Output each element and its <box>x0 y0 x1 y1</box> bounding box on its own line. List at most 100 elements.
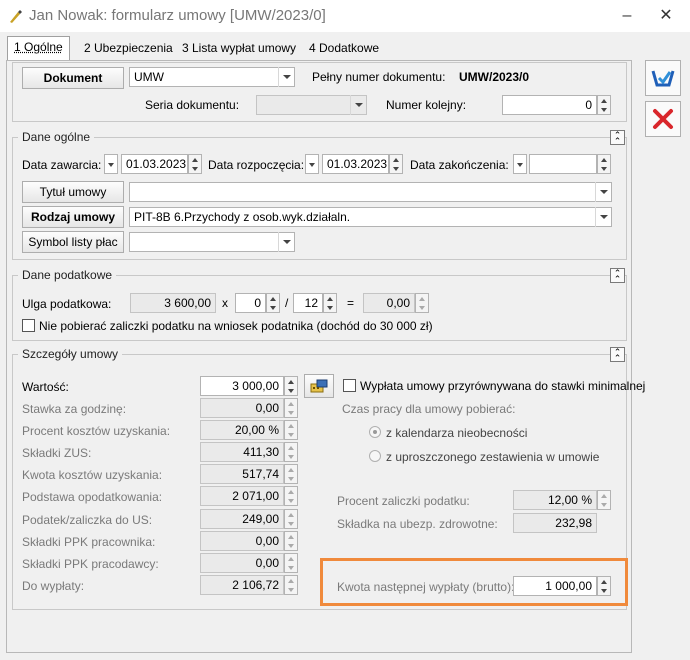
hourly-rate-spinner <box>284 398 298 418</box>
app-icon <box>8 8 24 24</box>
cancel-button[interactable] <box>645 101 681 137</box>
next-payment-highlight <box>320 558 628 606</box>
minimize-button[interactable]: – <box>612 4 642 28</box>
net-payment-spinner <box>284 575 298 595</box>
window-title: Jan Nowak: formularz umowy [UMW/2023/0] <box>29 7 326 24</box>
value-label: Wartość: <box>22 380 69 394</box>
date-start-calendar-icon[interactable] <box>305 154 319 174</box>
date-end-input[interactable] <box>529 154 597 174</box>
document-type-select[interactable]: UMW <box>129 67 295 87</box>
health-value: 232,98 <box>513 513 597 533</box>
date-start-label: Data rozpoczęcia: <box>208 158 305 172</box>
details-collapse-icon[interactable]: ⌃ ⌃ <box>610 347 625 363</box>
cancel-icon <box>653 109 673 129</box>
tax-group-title: Dane podatkowe <box>18 268 117 282</box>
date-signed-input[interactable]: 01.03.2023 <box>121 154 188 174</box>
document-button[interactable]: Dokument <box>22 67 124 89</box>
payroll-symbol-select[interactable] <box>129 232 295 252</box>
tax-collapse-icon[interactable]: ⌃ ⌃ <box>610 268 625 284</box>
tax-equals-sign: = <box>347 296 355 310</box>
seq-number-input[interactable]: 0 <box>502 95 597 115</box>
tax-base-label: Podstawa opodatkowania: <box>22 490 163 504</box>
save-icon <box>651 70 675 87</box>
health-label: Składka na ubezp. zdrowotne: <box>337 517 498 531</box>
min-rate-checkbox[interactable] <box>343 379 356 392</box>
hourly-rate-label: Stawka za godzinę: <box>22 402 127 416</box>
cost-percent-value: 20,00 % <box>200 420 284 440</box>
radio-simplified[interactable] <box>369 450 381 462</box>
full-number-label: Pełny numer dokumentu: <box>312 70 446 84</box>
tax-relief-label: Ulga podatkowa: <box>22 297 112 311</box>
contract-type-button[interactable]: Rodzaj umowy <box>22 206 124 228</box>
value-spinner[interactable] <box>284 376 298 396</box>
contract-title-dropdown-icon[interactable] <box>595 182 611 202</box>
cost-percent-label: Procent kosztów uzyskania: <box>22 424 171 438</box>
date-signed-label: Data zawarcia: <box>22 158 102 172</box>
close-button[interactable]: ✕ <box>651 4 681 28</box>
save-button[interactable] <box>645 60 681 96</box>
tax-result-spinner <box>415 293 429 313</box>
ppk-employer-value: 0,00 <box>200 553 284 573</box>
general-collapse-icon[interactable]: ⌃ ⌃ <box>610 130 625 146</box>
tab-lista-wyplat[interactable]: 3 Lista wypłat umowy <box>176 38 302 60</box>
net-payment-label: Do wypłaty: <box>22 579 85 593</box>
tax-percent-value: 12,00 % <box>513 490 597 510</box>
contract-type-dropdown-icon[interactable] <box>595 207 611 227</box>
hourly-rate-value: 0,00 <box>200 398 284 418</box>
zus-label: Składki ZUS: <box>22 446 92 460</box>
tax-base-value: 2 071,00 <box>200 486 284 506</box>
date-end-calendar-icon[interactable] <box>513 154 527 174</box>
tax-times-sign: x <box>222 296 228 310</box>
tab-ubezpieczenia[interactable]: 2 Ubezpieczenia <box>78 38 179 60</box>
document-type-dropdown-icon[interactable] <box>278 67 294 87</box>
ppk-employee-value: 0,00 <box>200 531 284 551</box>
tax-advance-spinner <box>284 509 298 529</box>
date-end-spinner[interactable] <box>597 154 611 174</box>
seq-number-label: Numer kolejny: <box>386 98 467 112</box>
tax-numerator-spinner[interactable] <box>266 293 280 313</box>
ppk-employee-label: Składki PPK pracownika: <box>22 535 156 549</box>
no-advance-checkbox[interactable] <box>22 319 35 332</box>
payroll-symbol-button[interactable]: Symbol listy płac <box>22 231 124 253</box>
min-rate-label: Wypłata umowy przyrównywana do stawki mi… <box>360 379 646 393</box>
zus-value: 411,30 <box>200 442 284 462</box>
tax-result-value: 0,00 <box>363 293 415 313</box>
date-signed-spinner[interactable] <box>188 154 202 174</box>
date-end-label: Data zakończenia: <box>410 158 509 172</box>
tax-denominator-spinner[interactable] <box>323 293 337 313</box>
zus-spinner <box>284 442 298 462</box>
series-dropdown-icon[interactable] <box>350 95 366 115</box>
payroll-symbol-dropdown-icon[interactable] <box>278 232 294 252</box>
tax-numerator-input[interactable]: 0 <box>235 293 266 313</box>
date-start-input[interactable]: 01.03.2023 <box>322 154 389 174</box>
value-input[interactable]: 3 000,00 <box>200 376 284 396</box>
tax-denominator-input[interactable]: 12 <box>293 293 323 313</box>
tax-percent-spinner <box>597 490 611 510</box>
tax-advance-value: 249,00 <box>200 509 284 529</box>
tax-base-spinner <box>284 486 298 506</box>
details-group-title: Szczegóły umowy <box>18 347 123 361</box>
cost-amount-label: Kwota kosztów uzyskania: <box>22 468 163 482</box>
tax-relief-value: 3 600,00 <box>130 293 216 313</box>
ppk-employer-spinner <box>284 553 298 573</box>
contract-title-select[interactable] <box>129 182 612 202</box>
radio-calendar-label: z kalendarza nieobecności <box>386 426 528 440</box>
contract-title-button[interactable]: Tytuł umowy <box>22 181 124 203</box>
calculator-icon[interactable] <box>304 374 334 398</box>
cost-percent-spinner <box>284 420 298 440</box>
date-signed-calendar-icon[interactable] <box>104 154 118 174</box>
seq-number-spinner[interactable] <box>597 95 611 115</box>
tax-percent-label: Procent zaliczki podatku: <box>337 494 470 508</box>
full-number-value: UMW/2023/0 <box>459 70 530 84</box>
radio-calendar[interactable] <box>369 426 381 438</box>
cost-amount-value: 517,74 <box>200 464 284 484</box>
cost-amount-spinner <box>284 464 298 484</box>
tab-ogolne[interactable]: 1 Ogólne <box>7 36 70 60</box>
tab-dodatkowe[interactable]: 4 Dodatkowe <box>303 38 385 60</box>
date-start-spinner[interactable] <box>389 154 403 174</box>
work-time-label: Czas pracy dla umowy pobierać: <box>342 402 516 416</box>
general-group-title: Dane ogólne <box>18 130 95 144</box>
ppk-employee-spinner <box>284 531 298 551</box>
no-advance-label: Nie pobierać zaliczki podatku na wniosek… <box>39 319 433 333</box>
contract-type-select[interactable]: PIT-8B 6.Przychody z osob.wyk.działaln. <box>129 207 612 227</box>
